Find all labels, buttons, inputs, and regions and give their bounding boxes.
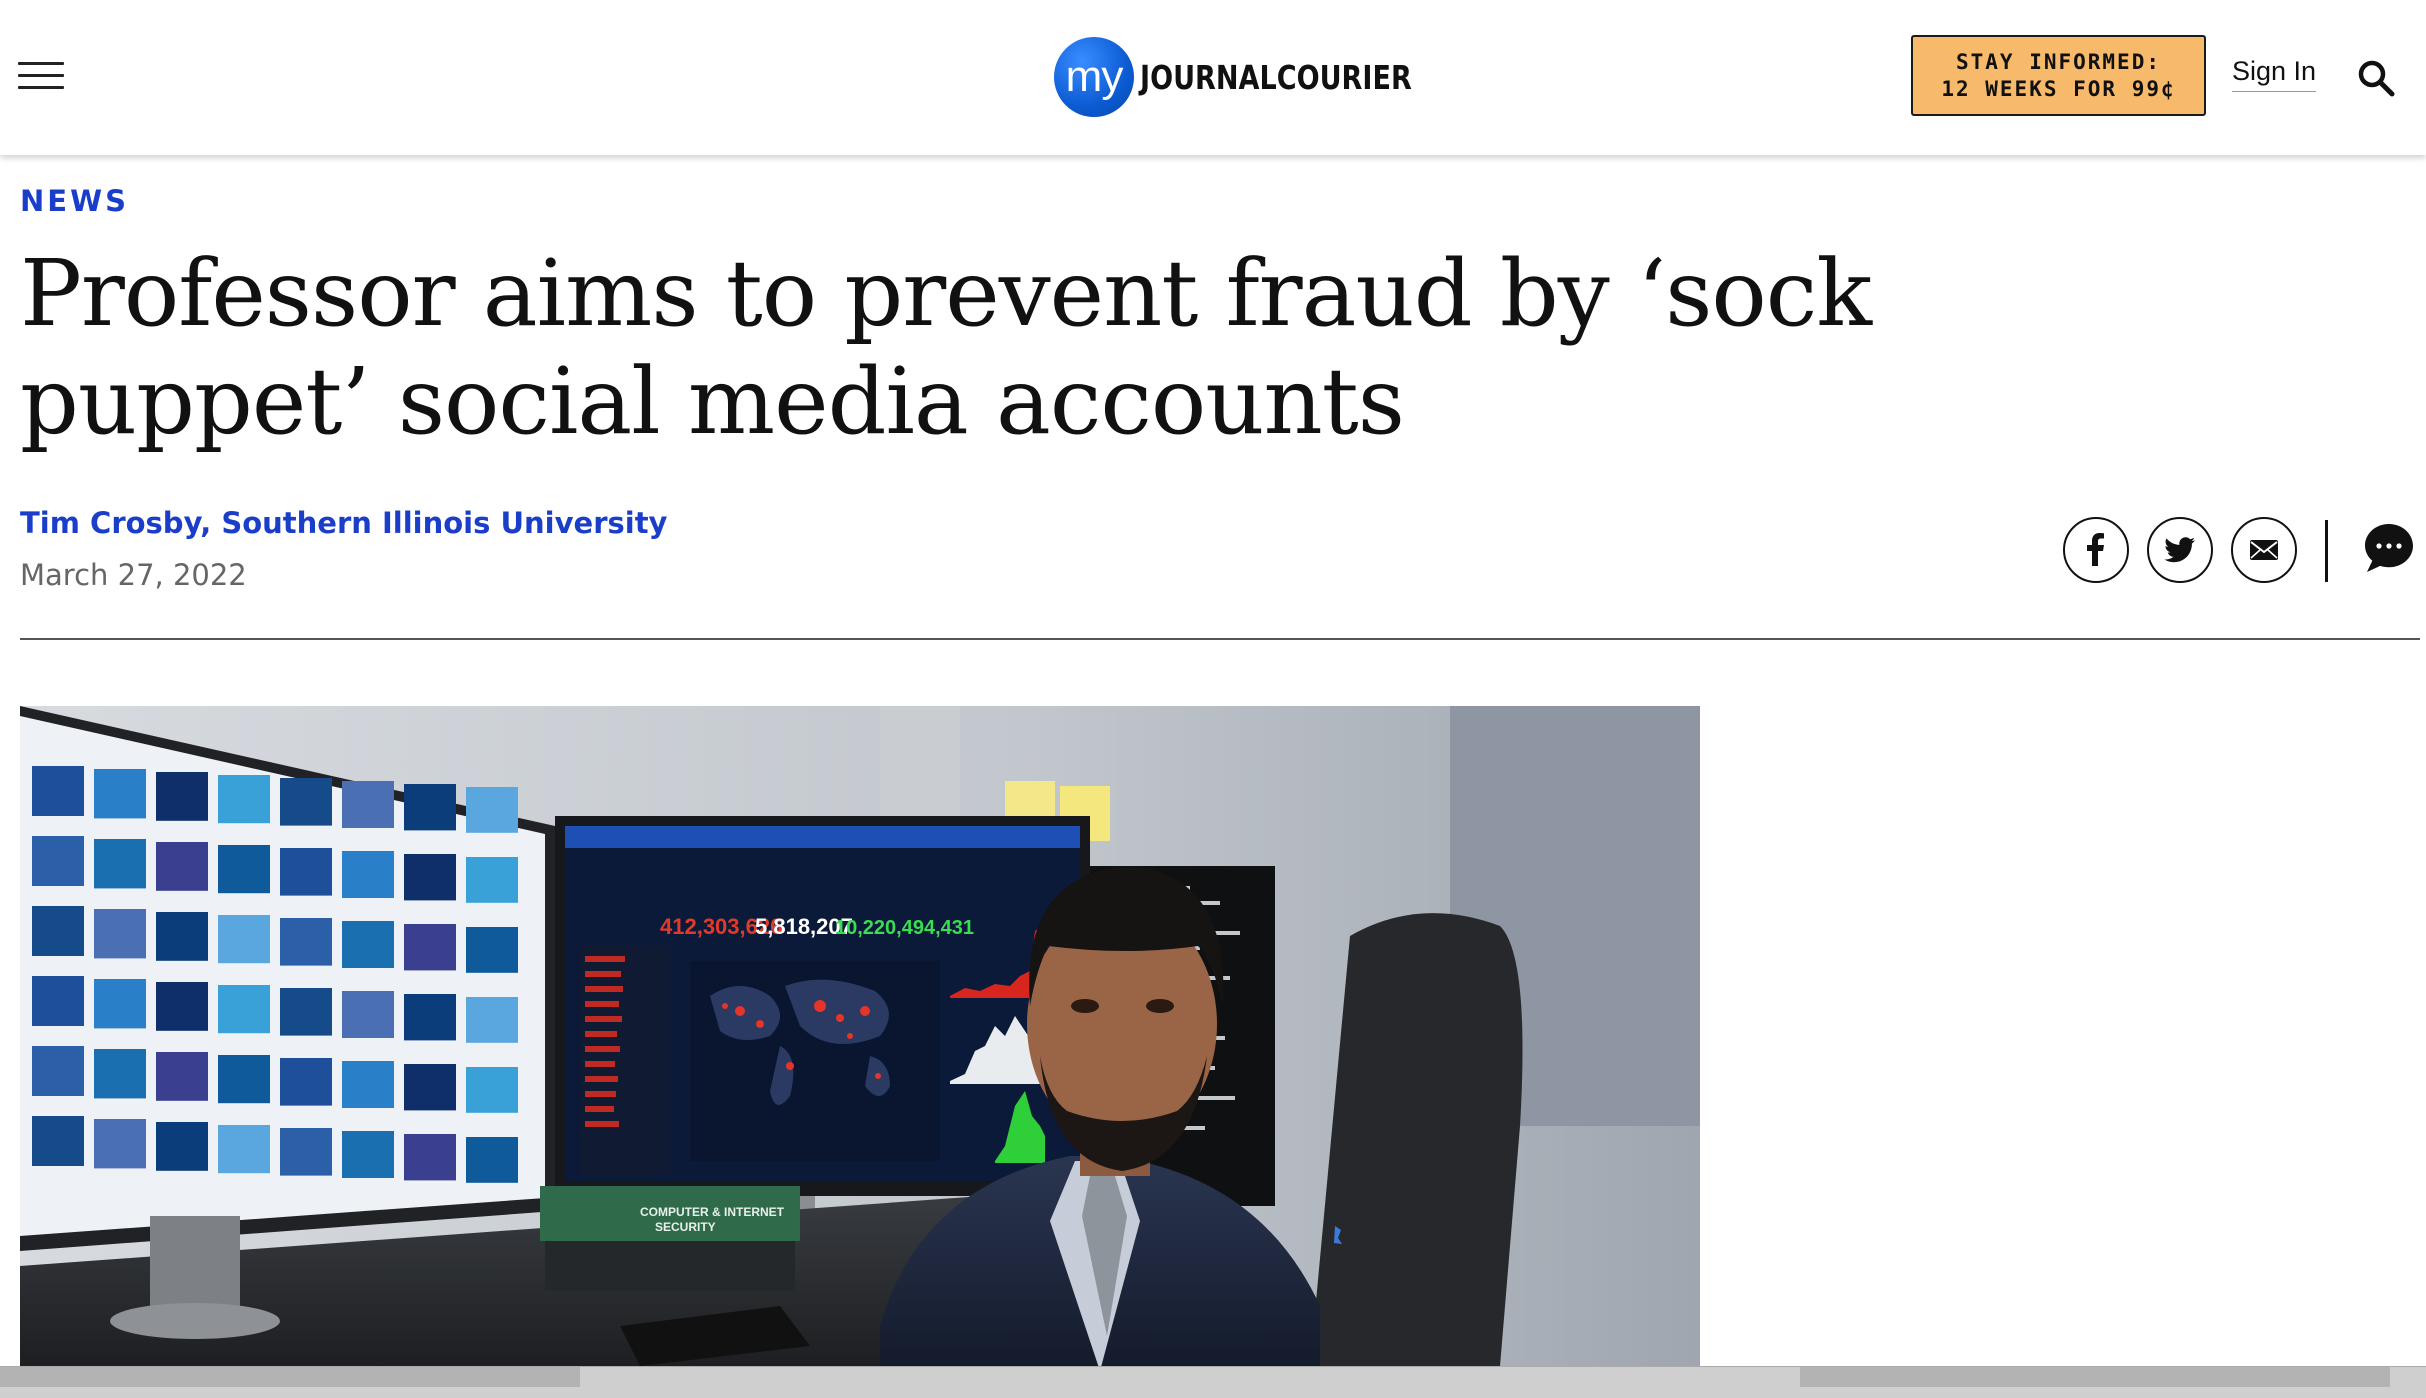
thumbnail-image xyxy=(156,772,208,821)
photo-illustration: 412,303,626 5,818,207 10,220,494,431 COM… xyxy=(20,706,1700,1366)
email-share-button[interactable] xyxy=(2231,517,2297,583)
thumbnail-image xyxy=(466,787,518,833)
email-icon xyxy=(2250,540,2278,560)
thumbnail-image xyxy=(280,778,332,826)
thumbnail-image xyxy=(32,976,84,1026)
thumbnail-image xyxy=(94,909,146,959)
thumbnail-image xyxy=(32,836,84,886)
thumbnail-image xyxy=(156,912,208,961)
share-divider xyxy=(2325,520,2328,582)
thumbnail-image xyxy=(94,839,146,889)
thumbnail-image xyxy=(404,994,456,1041)
book-title-line-1: COMPUTER & INTERNET xyxy=(640,1205,785,1219)
thumbnail-image xyxy=(156,1052,208,1101)
header-divider xyxy=(20,638,2420,640)
facebook-share-button[interactable] xyxy=(2063,517,2129,583)
thumbnail-image xyxy=(466,1137,518,1183)
subscribe-cta-button[interactable]: STAY INFORMED: 12 WEEKS FOR 99¢ xyxy=(1911,35,2206,116)
thumbnail-image xyxy=(94,1119,146,1169)
comment-icon[interactable] xyxy=(2363,522,2415,574)
browser-status-bar xyxy=(0,1366,2426,1398)
cta-line-1: STAY INFORMED: xyxy=(1955,49,2161,74)
thumbnail-image xyxy=(280,1058,332,1106)
thumbnail-image xyxy=(218,1055,270,1104)
thumbnail-image xyxy=(280,988,332,1036)
dashboard-vaccine-doses: 10,220,494,431 xyxy=(835,917,974,939)
site-logo[interactable]: my JOURNALCOURIER xyxy=(1054,36,1471,118)
twitter-icon xyxy=(2164,537,2195,563)
thumbnail-image xyxy=(404,854,456,901)
thumbnail-image xyxy=(280,918,332,966)
thumbnail-image xyxy=(342,781,394,828)
hamburger-menu-icon[interactable] xyxy=(18,62,64,92)
thumbnail-image xyxy=(218,915,270,964)
thumbnail-image xyxy=(32,1116,84,1166)
article-date: March 27, 2022 xyxy=(20,558,247,592)
cta-line-2: 12 WEEKS FOR 99¢ xyxy=(1941,76,2176,101)
thumbnail-image xyxy=(94,1049,146,1099)
thumbnail-image xyxy=(404,784,456,831)
twitter-share-button[interactable] xyxy=(2147,517,2213,583)
search-icon[interactable] xyxy=(2356,58,2396,98)
thumbnail-image xyxy=(280,848,332,896)
thumbnail-image xyxy=(218,985,270,1034)
thumbnail-image xyxy=(32,1046,84,1096)
article-lead-photo[interactable]: 412,303,626 5,818,207 10,220,494,431 COM… xyxy=(20,706,1700,1366)
thumbnail-image xyxy=(466,997,518,1043)
sign-in-link[interactable]: Sign In xyxy=(2232,56,2317,92)
thumbnail-image xyxy=(404,1134,456,1181)
thumbnail-image xyxy=(342,991,394,1038)
thumbnail-image xyxy=(218,1125,270,1174)
thumbnail-image xyxy=(94,769,146,819)
thumbnail-image xyxy=(466,1067,518,1113)
thumbnail-image xyxy=(218,845,270,894)
facebook-icon xyxy=(2087,533,2104,566)
article-category[interactable]: NEWS xyxy=(20,184,129,218)
thumbnail-image xyxy=(342,1061,394,1108)
article-byline[interactable]: Tim Crosby, Southern Illinois University xyxy=(20,506,667,540)
thumbnail-image xyxy=(156,982,208,1031)
thumbnail-image xyxy=(94,979,146,1029)
thumbnail-image xyxy=(156,1122,208,1171)
thumbnail-image xyxy=(404,1064,456,1111)
thumbnail-image xyxy=(404,924,456,971)
logo-badge: my xyxy=(1054,37,1134,117)
thumbnail-image xyxy=(342,921,394,968)
thumbnail-image xyxy=(466,857,518,903)
thumbnail-image xyxy=(466,927,518,973)
thumbnail-image xyxy=(280,1128,332,1176)
thumbnail-image xyxy=(218,775,270,824)
site-header: my JOURNALCOURIER STAY INFORMED: 12 WEEK… xyxy=(0,0,2426,155)
book-title-line-2: SECURITY xyxy=(655,1220,716,1234)
logo-wordmark: JOURNALCOURIER xyxy=(1140,57,1412,97)
thumbnail-image xyxy=(32,906,84,956)
thumbnail-image xyxy=(32,766,84,816)
article-headline: Professor aims to prevent fraud by ‘sock… xyxy=(20,240,1872,455)
thumbnail-image xyxy=(342,1131,394,1178)
thumbnail-image xyxy=(342,851,394,898)
thumbnail-image xyxy=(156,842,208,891)
